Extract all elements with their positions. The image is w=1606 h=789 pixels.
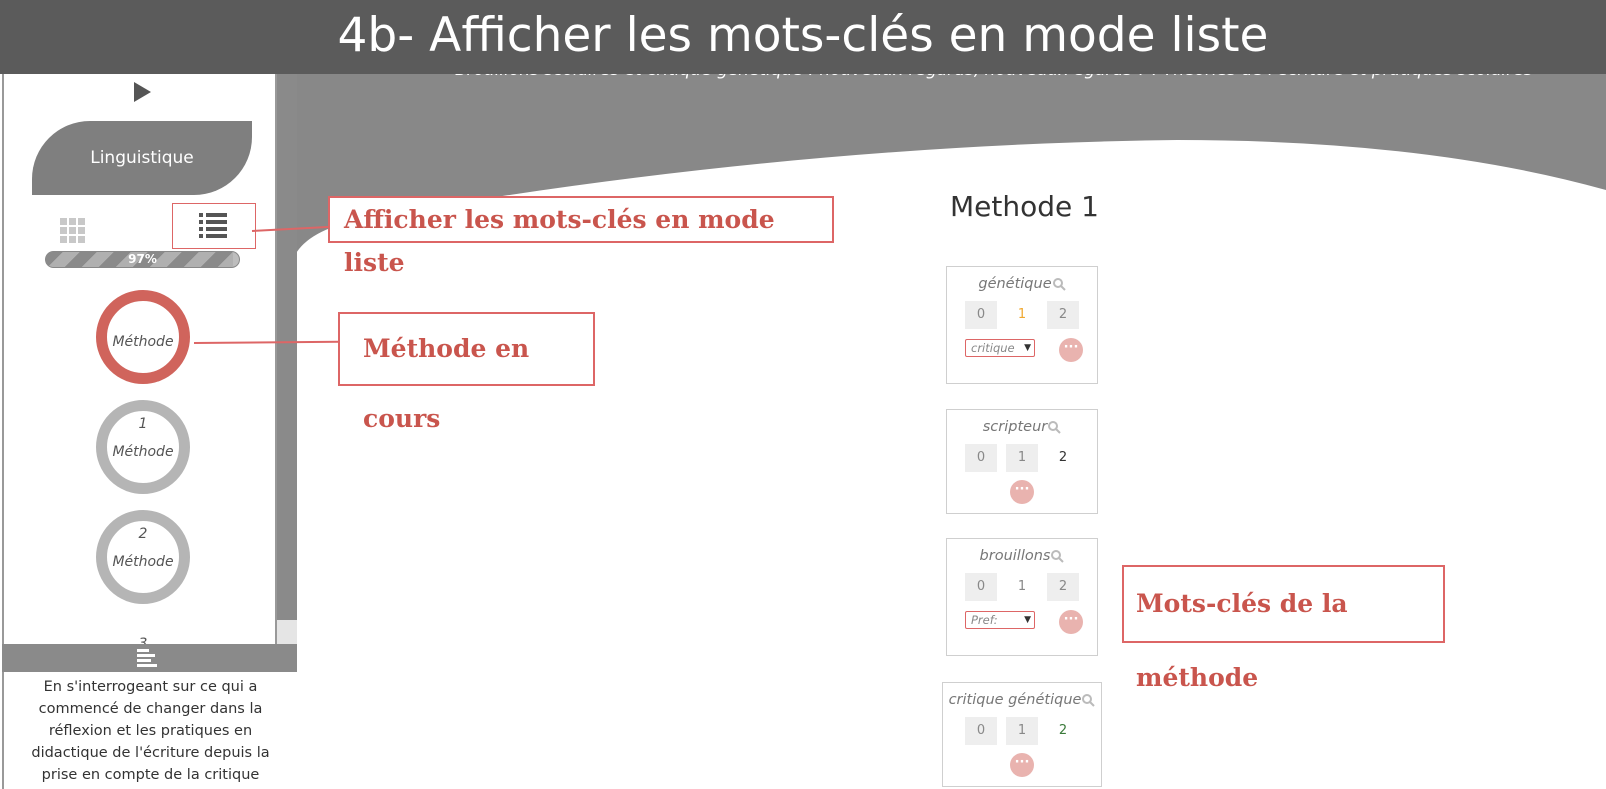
chevron-down-icon: ▼ [1024, 615, 1031, 625]
keyword-label-row: génétique [947, 276, 1097, 292]
progress-bar: 97% [45, 251, 240, 268]
play-icon[interactable] [134, 82, 151, 102]
keyword-select-value: Pref: [971, 613, 998, 627]
keyword-card: critique génétique 0 1 2 ··· [942, 682, 1102, 787]
keyword-label: scripteur [982, 419, 1048, 435]
score-2-button[interactable]: 2 [1047, 444, 1079, 472]
keyword-label-row: brouillons [947, 548, 1097, 564]
search-icon[interactable] [1051, 549, 1065, 563]
search-icon[interactable] [1052, 277, 1066, 291]
score-1-button[interactable]: 1 [1006, 573, 1038, 601]
keyword-select[interactable]: Pref: ▼ [965, 611, 1035, 629]
search-icon[interactable] [1082, 693, 1096, 707]
score-1-button[interactable]: 1 [1006, 444, 1038, 472]
keyword-label-row: scripteur [947, 419, 1097, 435]
method-title: Methode 1 [950, 190, 1099, 223]
score-0-button[interactable]: 0 [965, 717, 997, 745]
page-banner-title: 4b- Afficher les mots-clés en mode liste [0, 0, 1606, 74]
score-0-button[interactable]: 0 [965, 573, 997, 601]
more-options-button[interactable]: ··· [1059, 338, 1083, 362]
search-icon[interactable] [1048, 420, 1061, 434]
sidebar-scrollbar-thumb[interactable] [277, 620, 297, 644]
list-view-icon [199, 213, 227, 238]
keyword-select[interactable]: critique ▼ [965, 339, 1035, 357]
sidebar-scrollbar[interactable] [277, 74, 297, 644]
score-0-button[interactable]: 0 [965, 301, 997, 329]
score-2-button[interactable]: 2 [1047, 573, 1079, 601]
method-1-button[interactable]: Méthode 1 [96, 290, 190, 432]
score-2-button[interactable]: 2 [1047, 301, 1079, 329]
keyword-label: brouillons [979, 548, 1051, 564]
method-2-button[interactable]: Méthode 2 [96, 400, 190, 542]
annotation-current-method: Méthode en cours [338, 312, 595, 433]
progress-label: 97% [128, 252, 157, 266]
chevron-down-icon: ▼ [1024, 343, 1031, 353]
score-0-button[interactable]: 0 [965, 444, 997, 472]
keyword-label: critique génétique [948, 692, 1082, 708]
grid-view-icon[interactable] [60, 218, 86, 244]
keyword-card: génétique 0 1 2 critique ▼ ··· [946, 266, 1098, 384]
more-options-button[interactable]: ··· [1059, 610, 1083, 634]
keyword-card: scripteur 0 1 2 ··· [946, 409, 1098, 514]
align-left-icon[interactable] [135, 648, 157, 670]
method-3-button[interactable]: Méthode 3 [96, 510, 190, 652]
more-options-button[interactable]: ··· [1010, 480, 1034, 504]
score-1-button[interactable]: 1 [1006, 717, 1038, 745]
more-options-button[interactable]: ··· [1010, 753, 1034, 777]
category-tab[interactable]: Linguistique [32, 121, 252, 195]
keyword-card: brouillons 0 1 2 Pref: ▼ ··· [946, 538, 1098, 656]
score-1-button[interactable]: 1 [1006, 301, 1038, 329]
description-text: En s'interrogeant sur ce qui a commencé … [2, 672, 297, 789]
keyword-label: génétique [978, 276, 1052, 292]
keyword-select-value: critique [971, 341, 1015, 355]
list-view-button[interactable] [172, 203, 256, 249]
annotation-keywords: Mots-clés de la méthode [1122, 565, 1445, 692]
annotation-list-mode: Afficher les mots-clés en mode liste [328, 196, 834, 277]
keyword-label-row: critique génétique [943, 692, 1101, 708]
score-2-button[interactable]: 2 [1047, 717, 1079, 745]
